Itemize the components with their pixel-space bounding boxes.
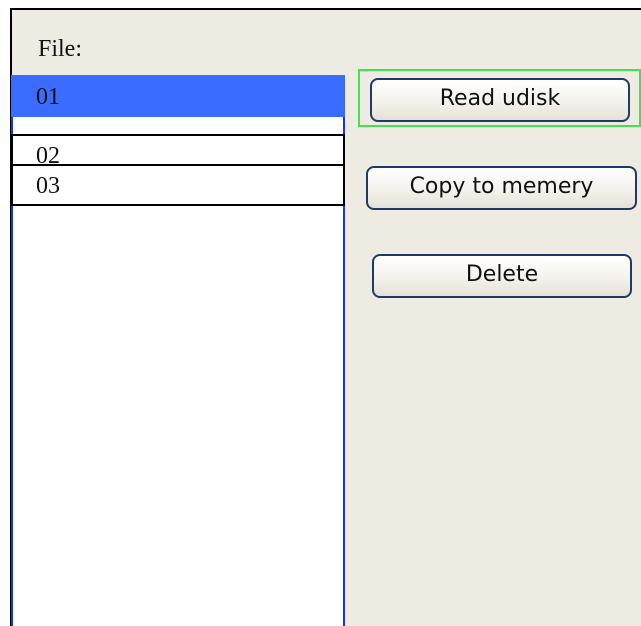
copy-to-memory-button[interactable]: Copy to memery (366, 166, 637, 210)
file-item-03[interactable]: 03 (11, 164, 345, 206)
delete-button[interactable]: Delete (372, 254, 632, 298)
file-item-01[interactable]: 01 (11, 75, 345, 117)
read-udisk-button[interactable]: Read udisk (370, 78, 630, 122)
file-list[interactable]: 01 02 03 (11, 75, 345, 626)
file-label: File: (38, 36, 83, 62)
